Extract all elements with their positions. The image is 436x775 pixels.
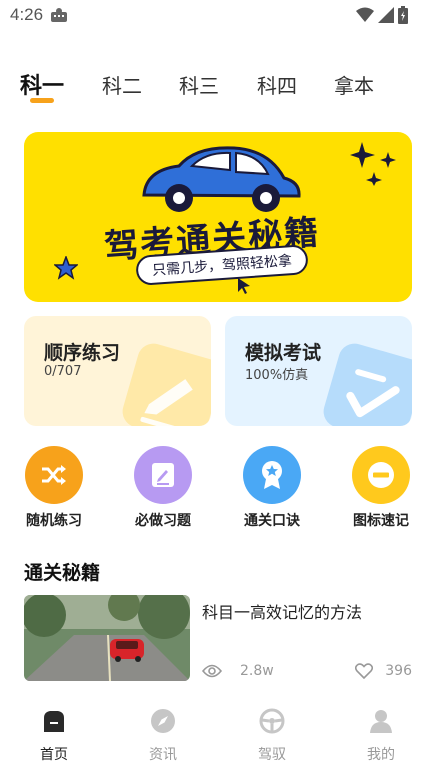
android-debug-icon [51, 8, 67, 22]
nav-mine[interactable]: 我的 [346, 706, 416, 766]
like-count: 396 [385, 663, 412, 679]
must-do-exercises-button[interactable]: 必做习题 [123, 446, 203, 532]
eye-icon [202, 664, 222, 678]
status-icons [356, 6, 408, 24]
sparkle-icon [350, 142, 396, 186]
promo-banner[interactable]: 驾考通关秘籍 只需几步，驾照轻松拿 [24, 132, 412, 302]
article-likes[interactable]: 396 [355, 663, 412, 679]
battery-icon [398, 6, 408, 24]
subject-tabs: 科一 科二 科三 科四 拿本 [0, 66, 436, 106]
shuffle-icon [25, 446, 83, 504]
wifi-icon [356, 7, 374, 22]
card-subtitle: 100%仿真 [245, 368, 309, 383]
tab-ke-san[interactable]: 科三 [179, 70, 219, 99]
view-count: 2.8w [240, 663, 274, 679]
sequential-practice-card[interactable]: 顺序练习 0/707 [24, 316, 211, 426]
card-title: 顺序练习 [44, 342, 121, 364]
tab-ke-si[interactable]: 科四 [257, 70, 297, 99]
active-tab-indicator [30, 98, 54, 103]
quick-label: 随机练习 [26, 513, 82, 529]
edit-note-icon [134, 446, 192, 504]
signal-icon [378, 7, 394, 23]
nav-label: 资讯 [149, 747, 177, 763]
heart-icon [355, 663, 374, 679]
quick-label: 通关口诀 [244, 513, 300, 529]
article-title: 科目一高效记忆的方法 [202, 603, 363, 622]
tab-ke-yi[interactable]: 科一 [20, 68, 64, 100]
tab-na-ben[interactable]: 拿本 [334, 70, 374, 99]
nav-home[interactable]: 首页 [19, 706, 89, 766]
article-views: 2.8w [202, 663, 274, 679]
card-progress: 0/707 [44, 364, 82, 379]
nav-drive[interactable]: 驾驭 [237, 706, 307, 766]
compass-icon [151, 709, 175, 733]
minus-circle-icon [352, 446, 410, 504]
sign-memorize-button[interactable]: 图标速记 [341, 446, 421, 532]
pass-tips-button[interactable]: 通关口诀 [232, 446, 312, 532]
nav-label: 首页 [40, 747, 68, 763]
quick-label: 图标速记 [353, 513, 409, 529]
random-practice-button[interactable]: 随机练习 [14, 446, 94, 532]
home-icon [44, 711, 64, 732]
mock-exam-card[interactable]: 模拟考试 100%仿真 [225, 316, 412, 426]
status-time: 4:26 [10, 5, 44, 24]
star-icon [54, 256, 78, 280]
user-icon [370, 710, 392, 733]
nav-label: 驾驭 [258, 747, 286, 763]
article-item[interactable]: 科目一高效记忆的方法 2.8w 396 [24, 595, 412, 683]
cursor-icon [238, 278, 250, 294]
pencil-icon [118, 339, 211, 426]
article-thumbnail [24, 595, 190, 681]
check-icon [319, 339, 412, 426]
quick-label: 必做习题 [135, 513, 191, 529]
card-title: 模拟考试 [245, 342, 322, 364]
award-icon [243, 446, 301, 504]
tab-ke-er[interactable]: 科二 [102, 70, 142, 99]
steering-wheel-icon [259, 708, 285, 734]
nav-news[interactable]: 资讯 [128, 706, 198, 766]
bottom-nav: 首页 资讯 驾驭 我的 [0, 700, 436, 775]
status-bar: 4:26 [0, 0, 436, 34]
section-title: 通关秘籍 [24, 562, 101, 584]
nav-label: 我的 [367, 747, 395, 763]
